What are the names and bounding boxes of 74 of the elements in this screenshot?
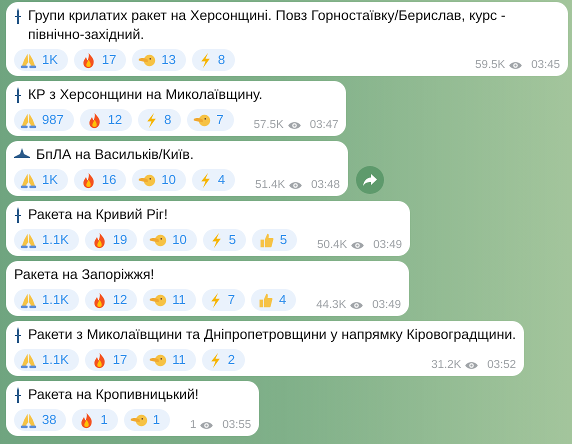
eye-icon xyxy=(289,180,302,190)
missile-icon xyxy=(14,327,22,343)
reaction-chip[interactable]: 8 xyxy=(192,49,236,71)
message-time: 03:45 xyxy=(531,58,560,73)
reaction-chip[interactable]: 13 xyxy=(132,49,186,71)
thumbs-up-icon xyxy=(258,232,275,248)
eye-icon xyxy=(350,300,364,310)
praying-hands-icon xyxy=(20,232,37,248)
praying-hands-icon xyxy=(20,412,37,428)
eye-icon xyxy=(509,60,522,70)
eye-icon xyxy=(288,120,301,130)
view-count: 1 xyxy=(190,418,196,433)
reaction-chip[interactable]: 19 xyxy=(84,229,138,251)
thumbs-up-icon xyxy=(256,292,274,308)
reaction-chip[interactable]: 12 xyxy=(84,289,138,311)
reaction-chip[interactable]: 11 xyxy=(143,289,196,311)
drone-icon xyxy=(14,147,30,159)
reaction-chip[interactable]: 2 xyxy=(202,349,245,371)
message-text: КР з Херсонщини на Миколаївщину. xyxy=(28,85,263,104)
praying-hands-icon xyxy=(20,112,37,128)
reaction-chip[interactable]: 1 xyxy=(72,409,118,431)
reaction-chip[interactable]: 10 xyxy=(132,169,186,191)
reaction-chip[interactable]: 1.1K xyxy=(14,229,79,251)
view-count: 51.4K xyxy=(255,178,286,193)
reaction-chip[interactable]: 987 xyxy=(14,109,74,131)
message-time: 03:47 xyxy=(310,118,338,133)
reaction-chip[interactable]: 7 xyxy=(202,289,245,311)
message-text: Ракета на Запоріжжя! xyxy=(14,265,154,284)
message-time: 03:48 xyxy=(311,178,340,193)
missile-icon xyxy=(14,207,22,223)
eye-icon xyxy=(200,420,214,430)
reaction-chip[interactable]: 4 xyxy=(192,169,236,191)
reaction-chip[interactable]: 38 xyxy=(14,409,66,431)
reaction-chip[interactable]: 8 xyxy=(138,109,182,131)
reaction-chip[interactable]: 16 xyxy=(74,169,126,191)
missile-icon xyxy=(14,87,22,103)
view-count: 57.5K xyxy=(254,118,284,133)
reaction-chip[interactable]: 11 xyxy=(143,349,196,371)
reaction-chip[interactable]: 17 xyxy=(84,349,138,371)
view-count: 44.3K xyxy=(316,298,346,313)
reaction-chip[interactable]: 1 xyxy=(124,409,170,431)
missile-icon xyxy=(14,387,22,403)
eye-icon xyxy=(465,360,478,370)
missile-icon xyxy=(14,8,22,24)
message-text: Ракети з Миколаївщини та Дніпропетровщини у напрямку Кіровоградщини. xyxy=(28,325,516,344)
reaction-chip[interactable]: 1K xyxy=(14,169,68,191)
praying-hands-icon xyxy=(20,352,37,368)
eye-icon xyxy=(351,240,364,250)
message-text: Групи крилатих ракет на Херсонщині. Повз Горностаївку/Берислав, курс - північно-західний. xyxy=(28,6,507,44)
message-text: Ракета на Кривий Ріг! xyxy=(28,205,168,224)
reaction-chip[interactable]: 10 xyxy=(143,229,197,251)
view-count: 50.4K xyxy=(317,238,348,253)
message-time: 03:52 xyxy=(487,358,516,373)
reaction-chip[interactable]: 12 xyxy=(80,109,132,131)
praying-hands-icon xyxy=(20,52,37,68)
praying-hands-icon xyxy=(20,172,37,188)
message-text: БпЛА на Васильків/Київ. xyxy=(36,145,194,164)
forward-button[interactable] xyxy=(356,166,384,194)
reaction-chip[interactable]: 1.1K xyxy=(14,289,79,311)
view-count: 59.5K xyxy=(475,58,506,73)
message-time: 03:49 xyxy=(373,238,402,253)
share-arrow-icon xyxy=(362,174,377,186)
reaction-chip[interactable]: 5 xyxy=(202,229,246,251)
reaction-chip[interactable]: 17 xyxy=(74,49,126,71)
view-count: 31.2K xyxy=(431,358,462,373)
praying-hands-icon xyxy=(20,292,37,308)
reaction-chip[interactable]: 5 xyxy=(252,229,298,251)
message-time: 03:49 xyxy=(372,298,402,313)
reaction-chip[interactable]: 7 xyxy=(187,109,234,131)
message-time: 03:55 xyxy=(222,418,252,433)
message-text: Ракета на Кропивницький! xyxy=(28,385,199,404)
reaction-chip[interactable]: 4 xyxy=(250,289,296,311)
reaction-chip[interactable]: 1K xyxy=(14,49,68,71)
reaction-chip[interactable]: 1.1K xyxy=(14,349,79,371)
